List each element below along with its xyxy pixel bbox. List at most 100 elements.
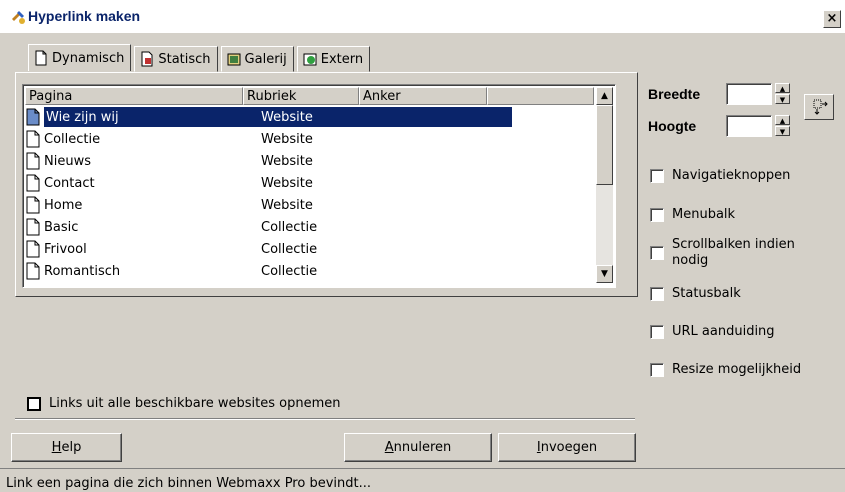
option-label: Navigatieknoppen bbox=[672, 168, 791, 183]
option-label: Statusbalk bbox=[672, 286, 741, 301]
cell-rubriek: Website bbox=[261, 109, 313, 125]
cell-rubriek: Collectie bbox=[261, 263, 318, 279]
page-icon bbox=[26, 152, 40, 170]
page-icon bbox=[26, 174, 40, 192]
hyperlink-app-icon bbox=[12, 11, 25, 24]
page-icon bbox=[26, 130, 40, 148]
external-icon bbox=[303, 53, 317, 66]
tab-galerij[interactable]: Galerij bbox=[220, 46, 294, 72]
page-icon bbox=[26, 240, 40, 258]
option-label: URL aanduiding bbox=[672, 324, 775, 339]
checkbox-box[interactable] bbox=[650, 325, 664, 339]
width-input[interactable] bbox=[726, 83, 772, 105]
cell-pagina: Collectie bbox=[44, 131, 101, 147]
scroll-up-button[interactable]: ▲ bbox=[596, 87, 613, 105]
close-icon: × bbox=[826, 11, 838, 26]
tab-label: Extern bbox=[320, 51, 364, 67]
close-button[interactable]: × bbox=[823, 10, 841, 28]
checkbox-box[interactable] bbox=[650, 169, 664, 183]
checkbox-label: Links uit alle beschikbare websites opne… bbox=[49, 396, 341, 411]
cell-pagina: Contact bbox=[44, 175, 95, 191]
cell-pagina: Basic bbox=[44, 219, 79, 235]
height-up-button[interactable]: ▲ bbox=[775, 115, 790, 125]
page-icon bbox=[35, 50, 47, 66]
title-bar: Hyperlink maken × bbox=[0, 0, 845, 33]
status-text: Link een pagina die zich binnen Webmaxx … bbox=[6, 476, 371, 491]
insert-button[interactable]: Invoegen bbox=[498, 433, 636, 462]
option-navigatieknoppen[interactable]: Navigatieknoppen bbox=[650, 168, 790, 184]
list-item[interactable]: Nieuws Website bbox=[25, 150, 593, 172]
column-header-empty bbox=[487, 87, 594, 105]
checkbox-box[interactable] bbox=[650, 208, 664, 222]
option-url-aanduiding[interactable]: URL aanduiding bbox=[650, 324, 775, 340]
list-item[interactable]: Collectie Website bbox=[25, 128, 593, 150]
cell-pagina: Romantisch bbox=[44, 263, 121, 279]
list-item[interactable]: Basic Collectie bbox=[25, 216, 593, 238]
list-item[interactable]: Wie zijn wij Website bbox=[25, 106, 593, 128]
height-spinner[interactable]: ▲ ▼ bbox=[726, 115, 790, 137]
height-label: Hoogte bbox=[648, 118, 697, 134]
tab-extern[interactable]: Extern bbox=[296, 46, 371, 72]
tab-strip: Dynamisch Statisch Galerij Extern bbox=[28, 44, 373, 72]
height-down-button[interactable]: ▼ bbox=[775, 126, 790, 136]
cell-pagina: Nieuws bbox=[44, 153, 91, 169]
gallery-icon bbox=[227, 53, 241, 66]
option-label: Resize mogelijkheid bbox=[672, 362, 802, 377]
help-button[interactable]: Help bbox=[11, 433, 122, 462]
option-scrollbalken[interactable]: Scrollbalken indien nodig bbox=[650, 237, 820, 269]
column-header-anker[interactable]: Anker bbox=[359, 87, 487, 105]
option-label: Scrollbalken indien nodig bbox=[672, 237, 795, 268]
status-bar: Link een pagina die zich binnen Webmaxx … bbox=[0, 468, 845, 492]
cell-rubriek: Website bbox=[261, 131, 313, 147]
tab-dynamisch[interactable]: Dynamisch bbox=[28, 44, 132, 71]
list-header: Pagina Rubriek Anker bbox=[25, 87, 594, 106]
resize-arrows-icon bbox=[813, 99, 828, 115]
page-list[interactable]: Pagina Rubriek Anker Wie zijn wij Website… bbox=[22, 84, 616, 288]
include-all-sites-checkbox[interactable]: Links uit alle beschikbare websites opne… bbox=[27, 396, 341, 412]
cell-pagina: Frivool bbox=[44, 241, 87, 257]
tab-label: Statisch bbox=[158, 51, 211, 67]
tab-label: Dynamisch bbox=[52, 50, 125, 66]
checkbox-box[interactable] bbox=[650, 246, 664, 260]
static-page-icon bbox=[141, 51, 153, 67]
checkbox-box[interactable] bbox=[27, 397, 41, 411]
tab-label: Galerij bbox=[244, 51, 287, 67]
cancel-button[interactable]: Annuleren bbox=[344, 433, 492, 462]
selected-row-highlight: Wie zijn wij Website bbox=[44, 107, 512, 127]
cell-rubriek: Website bbox=[261, 175, 313, 191]
cell-pagina: Home bbox=[44, 197, 83, 213]
checkbox-box[interactable] bbox=[650, 363, 664, 377]
width-down-button[interactable]: ▼ bbox=[775, 94, 790, 104]
cell-rubriek: Website bbox=[261, 197, 313, 213]
page-icon bbox=[26, 218, 40, 236]
page-icon bbox=[26, 108, 40, 126]
option-label: Menubalk bbox=[672, 207, 736, 222]
column-header-rubriek[interactable]: Rubriek bbox=[243, 87, 359, 105]
option-menubalk[interactable]: Menubalk bbox=[650, 207, 735, 223]
column-header-pagina[interactable]: Pagina bbox=[25, 87, 243, 105]
vertical-scrollbar[interactable]: ▲ ▼ bbox=[596, 87, 613, 283]
window-title: Hyperlink maken bbox=[28, 8, 141, 24]
list-rows: Wie zijn wij Website Collectie Website Nieuw… bbox=[25, 106, 593, 282]
tab-statisch[interactable]: Statisch bbox=[134, 46, 218, 72]
list-item[interactable]: Home Website bbox=[25, 194, 593, 216]
cell-rubriek: Collectie bbox=[261, 219, 318, 235]
checkbox-box[interactable] bbox=[650, 287, 664, 301]
list-item[interactable]: Frivool Collectie bbox=[25, 238, 593, 260]
cell-rubriek: Website bbox=[261, 153, 313, 169]
page-icon bbox=[26, 196, 40, 214]
list-item[interactable]: Contact Website bbox=[25, 172, 593, 194]
option-resize[interactable]: Resize mogelijkheid bbox=[650, 362, 801, 378]
width-spinner[interactable]: ▲ ▼ bbox=[726, 83, 790, 105]
scroll-down-button[interactable]: ▼ bbox=[596, 265, 613, 283]
auto-size-button[interactable] bbox=[804, 94, 834, 120]
option-statusbalk[interactable]: Statusbalk bbox=[650, 286, 741, 302]
width-label: Breedte bbox=[648, 86, 701, 102]
page-icon bbox=[26, 262, 40, 280]
height-input[interactable] bbox=[726, 115, 772, 137]
list-item[interactable]: Romantisch Collectie bbox=[25, 260, 593, 282]
separator bbox=[15, 418, 635, 420]
cell-pagina: Wie zijn wij bbox=[46, 109, 119, 125]
width-up-button[interactable]: ▲ bbox=[775, 83, 790, 93]
scroll-thumb[interactable] bbox=[596, 105, 613, 185]
